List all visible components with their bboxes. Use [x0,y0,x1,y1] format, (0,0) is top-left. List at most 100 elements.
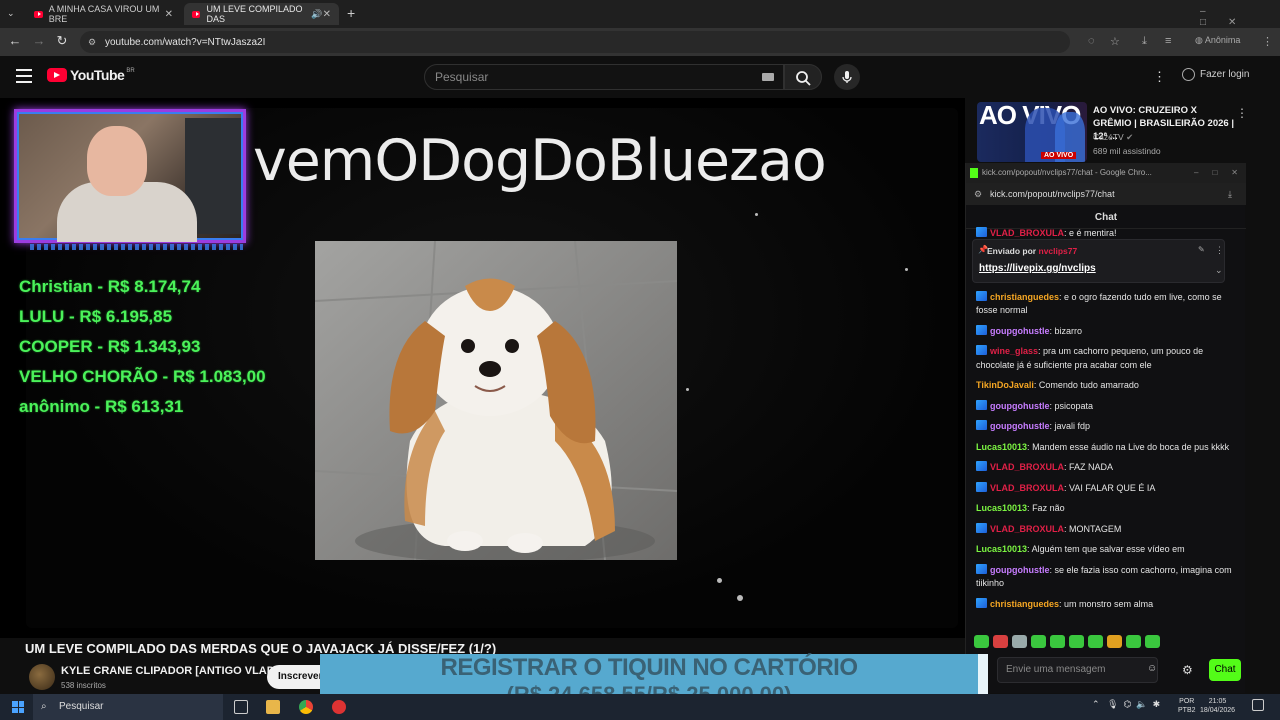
language-indicator[interactable]: POR PTB2 [1178,697,1196,715]
bookmark-star-icon[interactable]: ☆ [1110,35,1120,48]
forward-icon[interactable]: → [30,33,48,48]
speaker-icon[interactable]: 🔊 [311,9,322,20]
emote-icon[interactable] [1145,635,1160,648]
reload-icon[interactable]: ↻ [53,33,71,49]
goal-title: REGISTRAR O TIQUIN NO CARTÓRIO [440,654,859,681]
popout-window-title: kick.com/popout/nvclips77/chat - Google … [982,168,1152,177]
subscriber-badge-icon [976,461,987,471]
chat-username[interactable]: goupgohustle [990,421,1050,431]
pinned-link[interactable]: https://livepix.gg/nvclips [979,263,1096,274]
chat-text: VAI FALAR QUE É IA [1069,482,1156,493]
kick-logo-icon [970,168,978,178]
youtube-logo[interactable]: YouTube BR [47,67,135,83]
chat-username[interactable]: Lucas10013 [976,442,1027,452]
emote-icon[interactable] [974,635,989,648]
recommended-video[interactable]: AO VIVO AO VIVO AO VIVO: CRUZEIRO X GRÊM… [977,102,1267,164]
download-icon[interactable]: ⤓ [1142,35,1147,48]
tray-expand-icon[interactable]: ⌃ [1092,699,1100,709]
close-tab-icon[interactable]: ✕ [165,9,173,20]
chat-username[interactable]: christianguedes [990,292,1059,302]
browser-menu-icon[interactable]: ⋮ [1262,35,1273,48]
chat-message: christianguedes: um monstro sem alma [976,597,1236,612]
video-player[interactable]: vemODogDoBluezao Christian - R$ 8.174,74… [0,98,965,638]
donation-entry: Christian - R$ 8.174,74 [19,277,201,296]
keyboard-icon[interactable] [762,73,774,81]
chat-text: Mandem esse áudio na Live do boca de pus… [1032,441,1230,452]
file-explorer-icon[interactable] [266,700,280,714]
emote-icon[interactable] [1126,635,1141,648]
menu-icon[interactable] [16,69,32,83]
app-icon[interactable] [332,700,346,714]
volume-icon[interactable]: 🔈 [1136,699,1147,709]
incognito-profile[interactable]: ◍ Anônima [1195,35,1240,46]
chat-username[interactable]: Lucas10013 [976,544,1027,554]
channel-avatar[interactable] [29,664,55,690]
emote-icon[interactable] [1069,635,1084,648]
chat-message-input[interactable]: Envie uma mensagem [997,657,1158,683]
search-button[interactable] [784,64,822,90]
unpin-icon[interactable]: ✎ [1198,245,1205,254]
emote-icon[interactable] [1107,635,1122,648]
tab-1[interactable]: A MINHA CASA VIROU UM BRE ✕ [26,3,181,25]
task-view-icon[interactable] [234,700,248,714]
clock[interactable]: 21:05 18/04/2026 [1200,697,1235,715]
send-chat-button[interactable]: Chat [1209,659,1241,681]
url-field[interactable]: ⚙ youtube.com/watch?v=NTtwJasza2I [80,31,1070,53]
chat-text: Alguém tem que salvar esse vídeo em [1031,544,1185,554]
emoji-icon[interactable]: ☺ [1147,663,1157,674]
chat-username[interactable]: VLAD_BROXULA [990,483,1064,493]
pinned-message[interactable]: 📌 Enviado por nvclips77 https://livepix.… [972,239,1225,283]
settings-dots-icon[interactable]: ⋮ [1153,69,1166,85]
chat-username[interactable]: VLAD_BROXULA [990,524,1064,534]
chat-username[interactable]: TikinDoJavali [976,380,1034,390]
tab-2[interactable]: UM LEVE COMPILADO DAS 🔊 ✕ [184,3,339,25]
notifications-icon[interactable] [1252,699,1264,711]
download-icon[interactable]: ⤓ [1228,183,1232,205]
chat-header: Chat [966,207,1246,229]
login-button[interactable]: Fazer login [1182,68,1249,81]
chat-username[interactable]: wine_glass [990,346,1038,356]
pinned-menu-icon[interactable]: ⋮ [1215,245,1224,256]
tab-search-icon[interactable]: ⌄ [7,8,15,19]
chat-username[interactable]: goupgohustle [990,401,1050,411]
emote-icon[interactable] [1012,635,1027,648]
donation-list: Christian - R$ 8.174,74 LULU - R$ 6.195,… [19,276,266,426]
popout-url-bar[interactable]: ⚙ kick.com/popout/nvclips77/chat ⤓ [966,183,1246,205]
search-input[interactable]: Pesquisar [424,64,784,90]
chat-username[interactable]: VLAD_BROXULA [990,462,1064,472]
taskbar-search[interactable]: ⌕ Pesquisar [33,694,223,720]
windows-start-icon[interactable] [12,701,24,713]
new-tab-button[interactable]: + [347,5,355,21]
chat-message: VLAD_BROXULA: VAI FALAR QUE É IA [976,481,1236,496]
chat-username[interactable]: goupgohustle [990,565,1050,575]
network-icon[interactable]: ⌬ [1124,699,1132,709]
chrome-icon[interactable] [299,700,313,714]
dog-photo [315,241,677,560]
emote-icon[interactable] [1031,635,1046,648]
recommended-channel[interactable]: CazéTV ✔ [1093,132,1133,143]
chat-username[interactable]: christianguedes [990,599,1059,609]
chat-settings-icon[interactable]: ⚙ [1182,663,1193,677]
emote-icon[interactable] [993,635,1008,648]
bluetooth-icon[interactable]: ✱ [1153,699,1161,709]
tab-list-icon[interactable]: ≡ [1165,35,1171,47]
popout-window-controls[interactable]: –□✕ [1194,163,1246,183]
site-info-icon[interactable]: ⚙ [88,37,96,48]
emote-icon[interactable] [1050,635,1065,648]
system-tray[interactable]: ⌃ 🎙 ⌬ 🔈 ✱ [1092,699,1160,710]
more-options-icon[interactable]: ⋮ [1236,106,1248,120]
chat-username[interactable]: Lucas10013 [976,503,1027,513]
expand-chevron-icon[interactable]: ⌄ [1215,265,1223,276]
site-info-icon[interactable]: ⚙ [974,183,982,205]
window-controls[interactable]: –□✕ [1200,6,1280,28]
chat-text: Faz não [1032,503,1065,513]
channel-name[interactable]: KYLE CRANE CLIPADOR [ANTIGO VLAD] [61,665,278,677]
microphone-icon[interactable]: 🎙 [1107,699,1118,709]
emote-icon[interactable] [1088,635,1103,648]
back-icon[interactable]: ← [6,33,24,48]
chat-username[interactable]: VLAD_BROXULA [990,228,1064,238]
eye-off-icon[interactable]: ◌ [1088,35,1095,47]
voice-search-button[interactable] [834,64,860,90]
close-tab-icon[interactable]: ✕ [323,9,331,20]
chat-username[interactable]: goupgohustle [990,326,1050,336]
